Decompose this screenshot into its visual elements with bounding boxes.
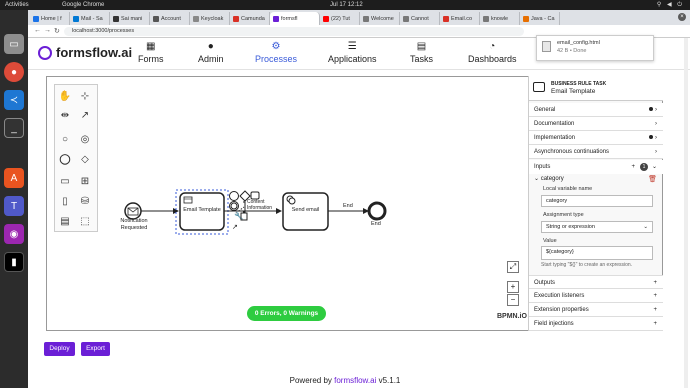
assignment-type-select[interactable]: String or expression ⌄ [541,221,653,233]
start-event[interactable] [124,202,142,220]
assignment-type-label: Assignment type [543,212,584,218]
append-task-icon[interactable] [250,191,260,200]
trash-icon[interactable]: 🗑 [648,175,657,183]
append-end-event-icon[interactable] [229,191,239,201]
value-label: Value [543,238,557,244]
group-implementation[interactable]: Implementation › [529,131,663,145]
group-extension-properties[interactable]: Extension properties + [529,303,663,317]
input-item-header[interactable]: ⌄ category [534,175,564,182]
group-field-injections[interactable]: Field injections + [529,317,663,331]
group-outputs[interactable]: Outputs + [529,275,663,289]
collapse-chevron-icon[interactable]: ⌄ [652,164,657,170]
download-popup[interactable]: email_config.html 42 B • Done [536,35,654,61]
connect-icon[interactable]: ↗ [232,224,238,231]
add-icon[interactable]: + [631,164,635,170]
properties-header: BUSINESS RULE TASK Email Template [529,76,663,101]
inputs-controls: +1 ⌄ [631,160,657,174]
local-variable-input[interactable]: category [541,195,653,207]
element-type: BUSINESS RULE TASK [551,81,607,87]
add-icon[interactable]: + [653,317,657,331]
group-documentation[interactable]: Documentation › [529,117,663,131]
end-event-label: End [371,221,381,227]
footer: Powered by formsflow.ai v5.1.1 [289,376,401,385]
end-event[interactable] [367,201,387,221]
reset-view-icon[interactable]: ⤢ [507,261,519,273]
validation-status-badge: 0 Errors, 0 Warnings [247,306,326,321]
count-badge: 1 [639,163,648,171]
service-task-gear-icon [288,197,296,205]
download-status: 42 B • Done [557,48,587,54]
add-icon[interactable]: + [653,289,657,303]
task-label: Email Template [183,207,221,213]
bpmnio-logo[interactable]: BPMN.iO [497,313,527,320]
properties-panel: BUSINESS RULE TASK Email Template Genera… [528,76,663,331]
expand-chevron-icon: › [655,121,657,127]
element-name: Email Template [551,88,596,95]
footer-brand-link[interactable]: formsflow.ai [334,376,376,385]
group-general[interactable]: General › [529,103,663,117]
deploy-button[interactable]: Deploy [44,342,75,356]
expand-chevron-icon: › [649,103,657,117]
collapse-chevron-icon: ⌄ [534,176,541,182]
export-button[interactable]: Export [81,342,110,356]
add-icon[interactable]: + [653,276,657,290]
annotation-text: Content Information [247,199,273,211]
expand-chevron-icon: › [649,131,657,145]
download-file-name: email_config.html [557,40,600,46]
group-execution-listeners[interactable]: Execution listeners + [529,289,663,303]
zoom-in-icon[interactable]: + [507,281,519,293]
group-inputs[interactable]: Inputs +1 ⌄ [529,160,663,174]
expand-chevron-icon: › [655,149,657,155]
value-input[interactable]: ${category} [541,246,653,260]
flow-label: End [343,203,353,209]
start-event-label: Notification Requested [120,218,148,231]
expression-hint: Start typing "${}" to create an expressi… [541,262,633,268]
local-variable-label: Local variable name [543,186,593,192]
task-label: Send email [291,207,320,213]
page-scrollbar[interactable] [684,38,688,388]
file-icon [542,41,551,52]
business-rule-task-icon [533,82,545,92]
select-chevron-icon: ⌄ [643,224,648,230]
add-icon[interactable]: + [653,303,657,317]
group-async[interactable]: Asynchronous continuations › [529,145,663,159]
zoom-out-icon[interactable]: − [507,294,519,306]
